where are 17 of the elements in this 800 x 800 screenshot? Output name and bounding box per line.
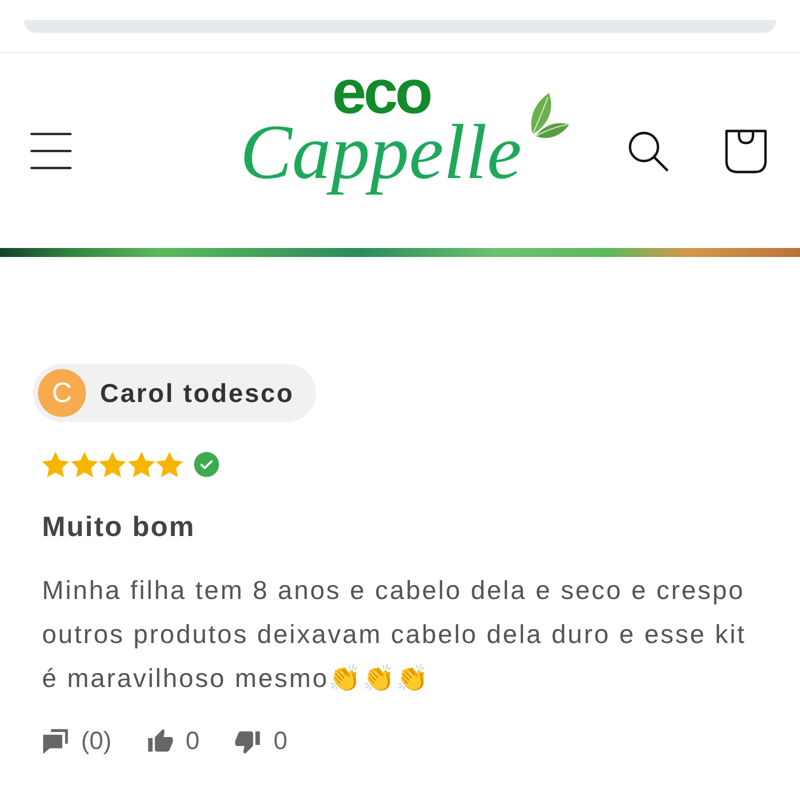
- star-icon: [99, 451, 126, 478]
- comment-bubbles-icon: [42, 728, 69, 755]
- logo-text[interactable]: eco Cappelle: [236, 70, 527, 202]
- menu-icon[interactable]: [30, 132, 72, 170]
- search-icon[interactable]: [627, 130, 669, 172]
- like-button[interactable]: 0: [146, 727, 200, 756]
- review-text: Minha filha tem 8 anos e cabelo dela e seco e crespo outros produtos deixavam cabelo dela duro e esse kit é maravilhoso mesmo👏👏👏: [42, 574, 748, 695]
- review-title: Muito bom: [42, 510, 196, 544]
- comments-button[interactable]: (0): [42, 727, 112, 756]
- star-icon: [42, 451, 69, 478]
- author-name: Carol todesco: [100, 378, 294, 408]
- shopping-bag-icon[interactable]: [724, 128, 768, 174]
- star-icon: [156, 451, 183, 478]
- avatar: C: [38, 369, 86, 417]
- star-icon: [128, 451, 154, 478]
- dislike-button[interactable]: 0: [234, 727, 288, 756]
- star-icon: [70, 451, 98, 478]
